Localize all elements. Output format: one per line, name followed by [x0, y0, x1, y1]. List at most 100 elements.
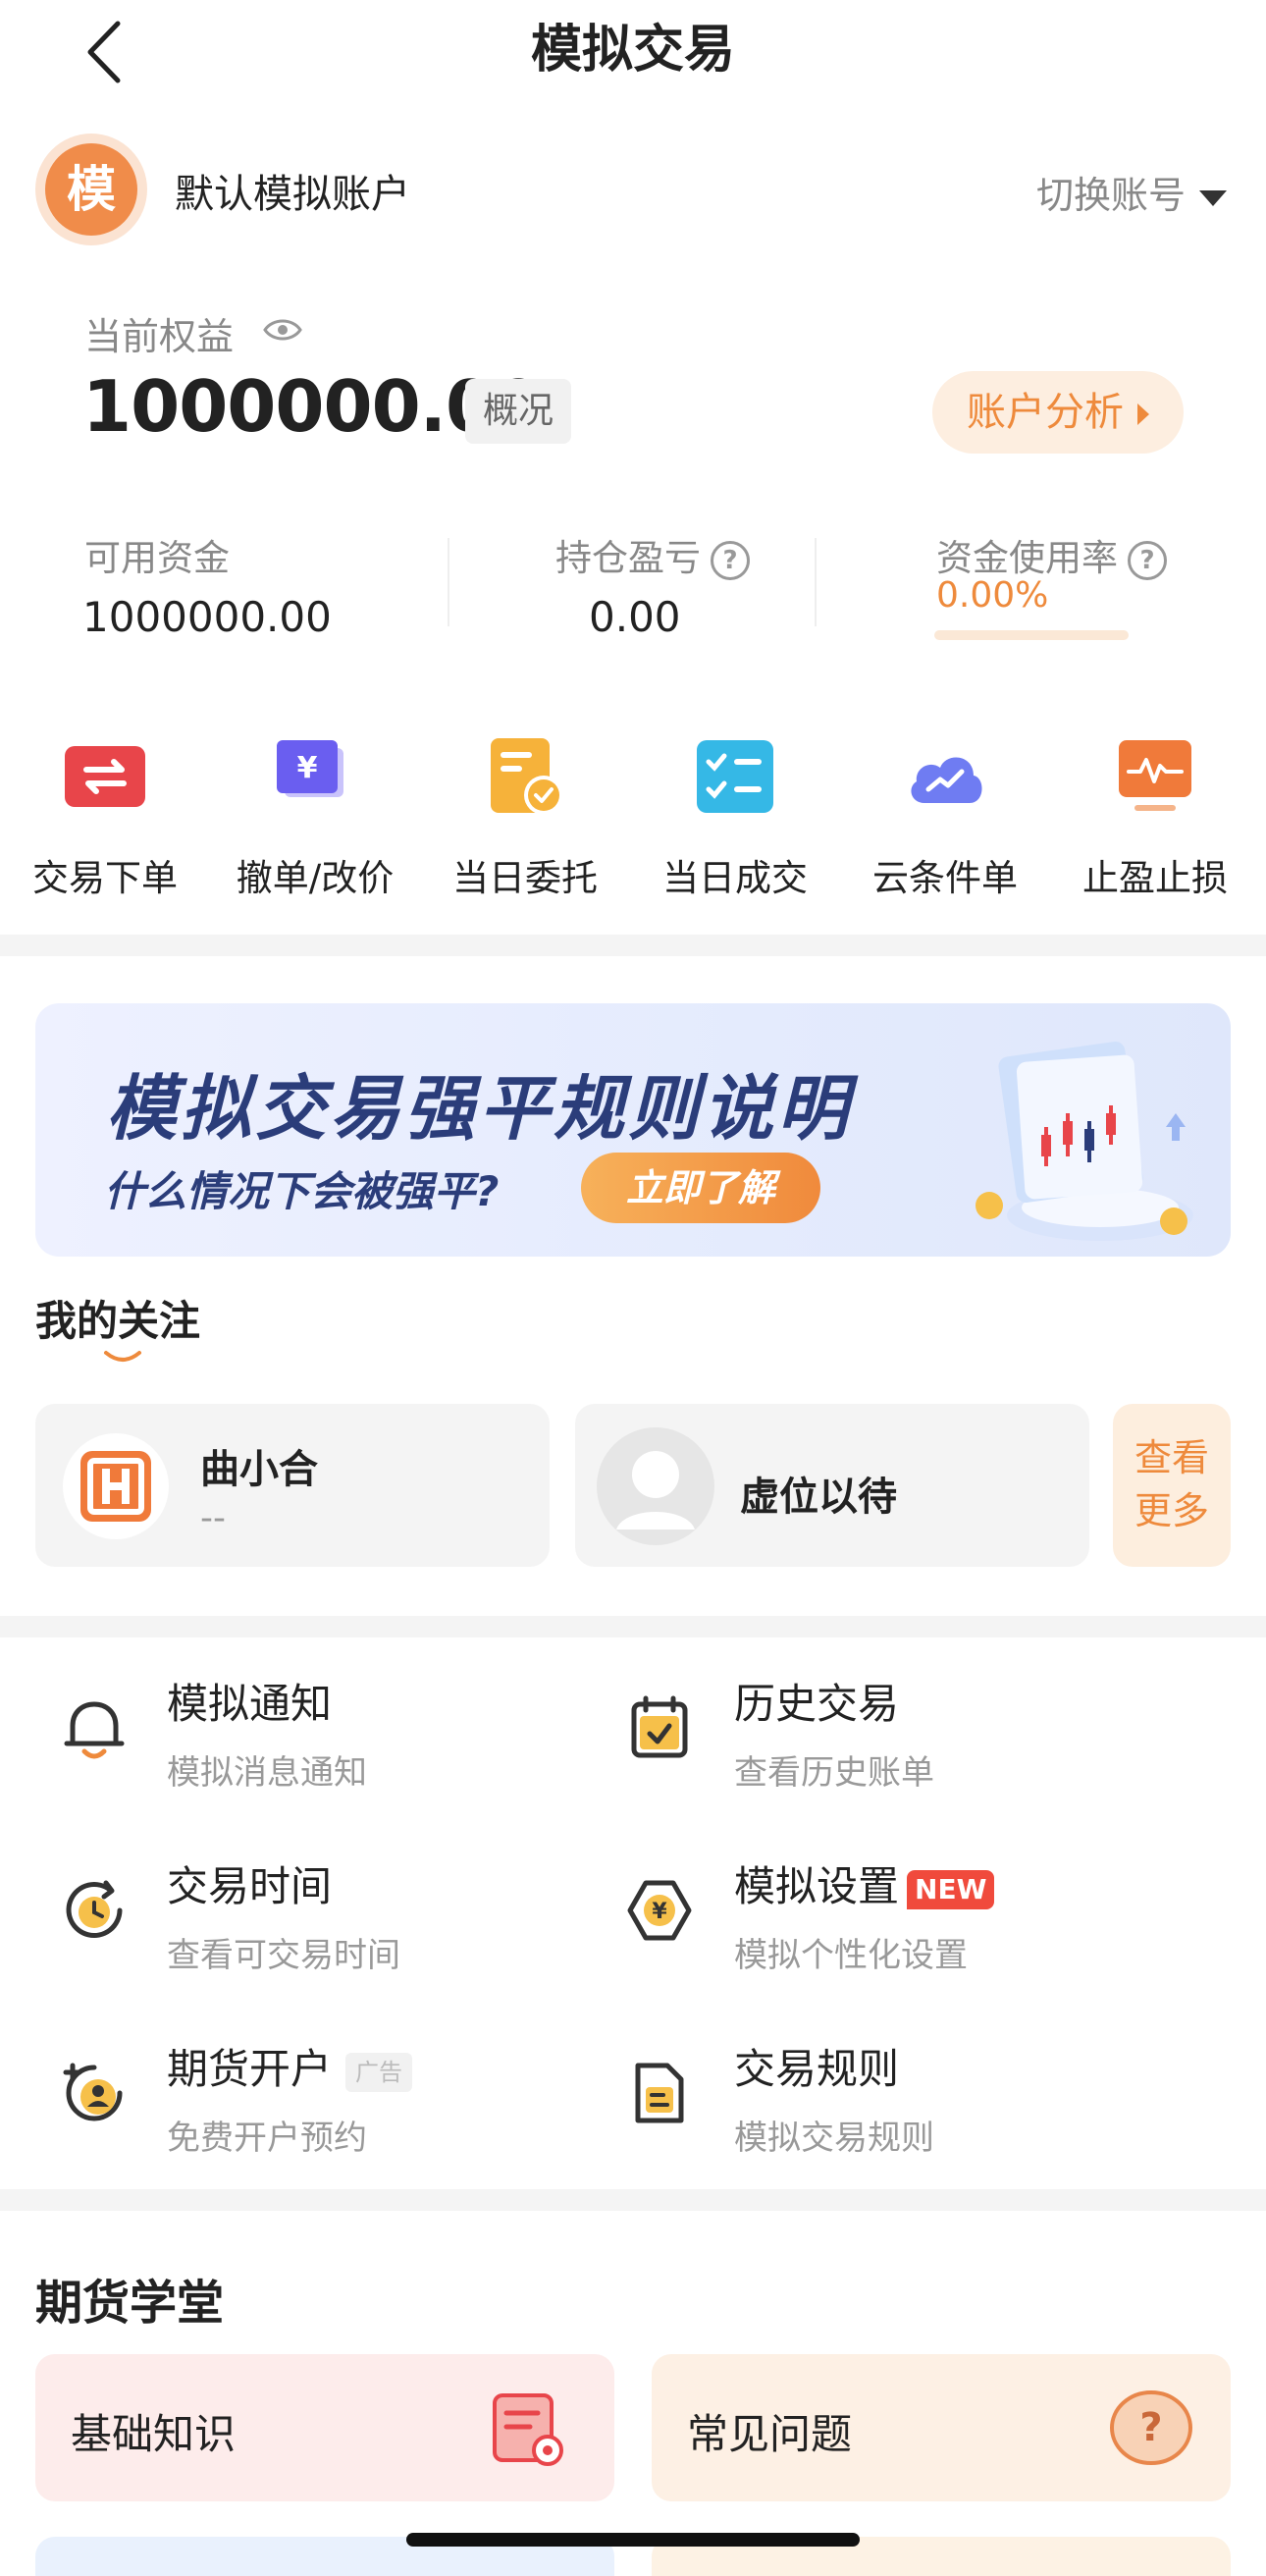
title-underline-icon	[104, 1351, 141, 1362]
menu-item-settings[interactable]: ¥ 模拟设置 NEW 模拟个性化设置	[624, 1853, 1213, 1991]
book-icon	[493, 2393, 563, 2466]
quick-action-label: 云条件单	[872, 857, 1018, 899]
view-more-label: 更多	[1134, 1489, 1209, 1532]
default-avatar-icon	[597, 1427, 714, 1545]
yuan-card-icon: ¥	[277, 740, 343, 797]
menu-sub: 查看可交易时间	[167, 1936, 400, 1975]
help-icon[interactable]: ?	[1128, 540, 1167, 580]
menu-sub: 查看历史账单	[734, 1753, 934, 1793]
quick-action-label: 当日委托	[452, 857, 598, 899]
menu-title-row: 期货开户 广告	[167, 2036, 413, 2096]
futures-school-title: 期货学堂	[35, 2276, 225, 2331]
view-more-button[interactable]: 查看 更多	[1113, 1404, 1231, 1567]
question-icon: ?	[1110, 2390, 1192, 2465]
school-card-faq[interactable]: 常见问题 ?	[652, 2354, 1231, 2501]
follow-sub: --	[200, 1498, 226, 1538]
available-funds-label: 可用资金	[84, 537, 230, 579]
follow-card[interactable]: 曲小合 --	[35, 1404, 550, 1567]
quick-action-cancel[interactable]: ¥ 撤单/改价	[210, 732, 420, 901]
hexin-logo-icon	[63, 1433, 169, 1539]
menu-sub: 免费开户预约	[167, 2119, 367, 2158]
bell-icon	[64, 1701, 125, 1759]
home-indicator[interactable]	[406, 2533, 860, 2547]
quick-action-cloud-conditional[interactable]: 云条件单	[840, 732, 1050, 901]
page-title: 模拟交易	[530, 21, 735, 80]
menu-item-trading-time[interactable]: 交易时间 查看可交易时间	[59, 1853, 569, 1991]
section-gap	[0, 2189, 1266, 2211]
menu-item-trading-rules[interactable]: 交易规则 模拟交易规则	[624, 2036, 1213, 2174]
svg-text:¥: ¥	[297, 751, 318, 785]
menu-title: 交易规则	[734, 2045, 900, 2093]
switch-account-button[interactable]: 切换账号	[1036, 165, 1227, 219]
menu-title: 期货开户	[167, 2045, 333, 2093]
my-follows-title: 我的关注	[35, 1297, 201, 1345]
fund-usage-bar	[934, 630, 1129, 640]
menu-title: 交易时间	[167, 1862, 333, 1910]
position-pnl-value: 0.00	[589, 593, 681, 641]
menu-item-history[interactable]: 历史交易 查看历史账单	[624, 1671, 1213, 1808]
cloud-icon	[911, 757, 982, 803]
fund-usage-value: 0.00%	[936, 575, 1049, 616]
menu-sub: 模拟交易规则	[734, 2119, 934, 2158]
document-icon	[635, 2063, 684, 2123]
stat-divider	[448, 538, 449, 626]
menu-sub: 模拟个性化设置	[734, 1936, 968, 1975]
switch-account-label: 切换账号	[1035, 174, 1186, 217]
help-icon[interactable]: ?	[711, 540, 750, 580]
quick-action-daily-deals[interactable]: 当日成交	[630, 732, 840, 901]
position-pnl-text: 持仓盈亏	[555, 537, 701, 579]
avatar: 模	[35, 134, 147, 245]
view-more-label: 查看	[1134, 1436, 1209, 1479]
avatar-char: 模	[45, 143, 137, 236]
caret-down-icon	[1199, 189, 1227, 206]
section-gap	[0, 1616, 1266, 1637]
chart-monitor-icon	[1119, 740, 1191, 811]
stat-divider	[815, 538, 817, 626]
quick-action-stop[interactable]: 止盈止损	[1050, 732, 1260, 901]
quick-action-label: 当日成交	[662, 857, 808, 899]
school-card-basics[interactable]: 基础知识	[35, 2354, 614, 2501]
menu-title-row: 模拟设置 NEW	[734, 1853, 995, 1913]
svg-text:¥: ¥	[652, 1900, 667, 1924]
menu-title: 模拟通知	[167, 1680, 333, 1728]
account-analysis-label: 账户分析	[967, 390, 1124, 435]
quick-action-trade[interactable]: 交易下单	[0, 732, 210, 901]
available-funds-value: 1000000.00	[82, 593, 332, 641]
menu-title: 模拟设置	[734, 1862, 900, 1910]
order-check-icon	[491, 738, 563, 815]
swap-icon	[65, 746, 145, 807]
school-card-label: 基础知识	[71, 2410, 237, 2458]
checklist-icon	[697, 740, 773, 813]
add-user-icon	[63, 2063, 123, 2121]
overview-button[interactable]: 概况	[465, 379, 572, 444]
clock-icon	[66, 1880, 123, 1938]
equity-label: 当前权益	[84, 315, 235, 358]
school-card-label: 常见问题	[687, 2410, 853, 2458]
eye-icon[interactable]	[263, 312, 302, 348]
learn-now-button[interactable]: 立即了解	[581, 1153, 820, 1223]
follow-card-placeholder[interactable]: 虚位以待	[575, 1404, 1089, 1567]
menu-item-notification[interactable]: 模拟通知 模拟消息通知	[59, 1671, 569, 1808]
chevron-right-icon	[1137, 403, 1149, 425]
menu-item-open-account[interactable]: 期货开户 广告 免费开户预约	[59, 2036, 569, 2174]
quick-action-label: 交易下单	[32, 857, 178, 899]
liquidation-rules-banner[interactable]: 模拟交易强平规则说明 什么情况下会被强平? 立即了解	[35, 1003, 1231, 1257]
account-analysis-button[interactable]: 账户分析	[932, 371, 1184, 454]
position-pnl-label: 持仓盈亏?	[555, 528, 750, 581]
menu-sub: 模拟消息通知	[167, 1753, 367, 1793]
follow-name: 虚位以待	[740, 1475, 897, 1520]
fund-usage-text: 资金使用率	[936, 537, 1118, 579]
banner-subtitle: 什么情况下会被强平?	[104, 1167, 500, 1215]
banner-title: 模拟交易强平规则说明	[106, 1067, 853, 1150]
account-name: 默认模拟账户	[175, 172, 410, 217]
section-gap	[0, 935, 1266, 956]
new-badge: NEW	[907, 1869, 995, 1909]
svg-text:?: ?	[1139, 2405, 1162, 2450]
fund-usage-label: 资金使用率?	[936, 528, 1167, 581]
quick-action-label: 撤单/改价	[236, 857, 395, 899]
yuan-hexagon-icon: ¥	[627, 1880, 692, 1941]
follow-name: 曲小合	[200, 1447, 318, 1492]
quick-action-daily-orders[interactable]: 当日委托	[420, 732, 630, 901]
menu-title: 历史交易	[734, 1680, 900, 1728]
quick-action-label: 止盈止损	[1082, 857, 1228, 899]
